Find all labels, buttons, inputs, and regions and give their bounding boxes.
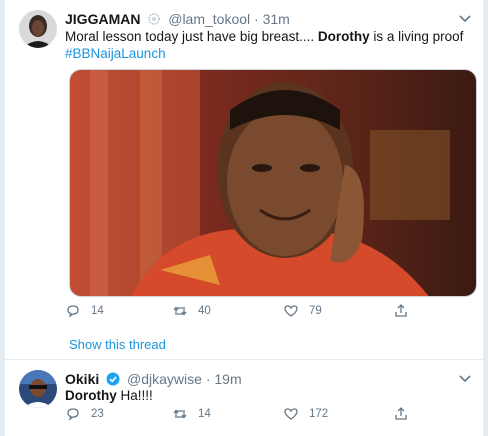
tweet-text-bold: Dorothy <box>317 29 370 44</box>
tweet-header: JIGGAMAN @lam_tokool · 31m <box>65 10 290 30</box>
separator: · <box>205 371 211 387</box>
retweet-icon <box>173 306 187 316</box>
share-icon <box>395 407 407 420</box>
like-button[interactable]: 172 <box>283 406 328 422</box>
reply-count: 14 <box>91 305 104 317</box>
retweet-icon <box>173 409 187 419</box>
tweet[interactable]: JIGGAMAN @lam_tokool · 31m Moral lesson … <box>5 0 483 352</box>
tweet-text-bold: Dorothy <box>65 388 117 403</box>
tweet-image[interactable] <box>69 69 477 297</box>
timestamp[interactable]: 31m <box>263 11 290 27</box>
reply-button[interactable]: 23 <box>65 406 104 422</box>
reply-count: 23 <box>91 408 104 420</box>
display-name[interactable]: Okiki <box>65 371 99 387</box>
timeline: JIGGAMAN @lam_tokool · 31m Moral lesson … <box>4 0 484 436</box>
reply-icon <box>67 408 79 421</box>
tweet-text: Moral lesson today just have big breast.… <box>65 28 465 62</box>
like-icon <box>284 305 298 317</box>
like-button[interactable]: 79 <box>283 303 322 319</box>
reply-icon <box>67 305 79 318</box>
action-bar: 14 40 79 <box>65 303 425 323</box>
hashtag-link[interactable]: #BBNaijaLaunch <box>65 46 166 61</box>
retweet-count: 14 <box>198 408 211 420</box>
action-bar: 23 14 172 <box>65 406 425 426</box>
share-icon <box>395 304 407 317</box>
like-count: 172 <box>309 408 329 420</box>
more-chevron-icon[interactable] <box>457 370 473 386</box>
share-button[interactable] <box>393 303 419 319</box>
tweet[interactable]: Okiki @djkaywise · 19m Dorothy Ha!!!! 23… <box>5 359 483 436</box>
retweet-button[interactable]: 40 <box>172 303 211 319</box>
like-icon <box>284 408 298 420</box>
avatar[interactable] <box>19 370 57 408</box>
avatar[interactable] <box>19 10 57 48</box>
reply-button[interactable]: 14 <box>65 303 104 319</box>
show-thread-link[interactable]: Show this thread <box>69 337 166 352</box>
display-name[interactable]: JIGGAMAN <box>65 11 140 27</box>
tweet-text: Dorothy Ha!!!! <box>65 387 153 404</box>
separator: · <box>254 11 259 27</box>
handle[interactable]: @djkaywise <box>127 371 202 387</box>
retweet-button[interactable]: 14 <box>172 406 211 422</box>
tweet-text-after: Ha!!!! <box>116 388 153 403</box>
retweet-count: 40 <box>198 305 211 317</box>
tweet-text-plain: Moral lesson today just have big breast.… <box>65 29 318 44</box>
like-count: 79 <box>309 305 322 317</box>
timestamp[interactable]: 19m <box>214 371 241 387</box>
share-button[interactable] <box>393 406 419 422</box>
handle[interactable]: @lam_tokool <box>168 11 250 27</box>
tweet-text-after: is a living proof <box>369 29 464 44</box>
more-chevron-icon[interactable] <box>457 10 473 26</box>
